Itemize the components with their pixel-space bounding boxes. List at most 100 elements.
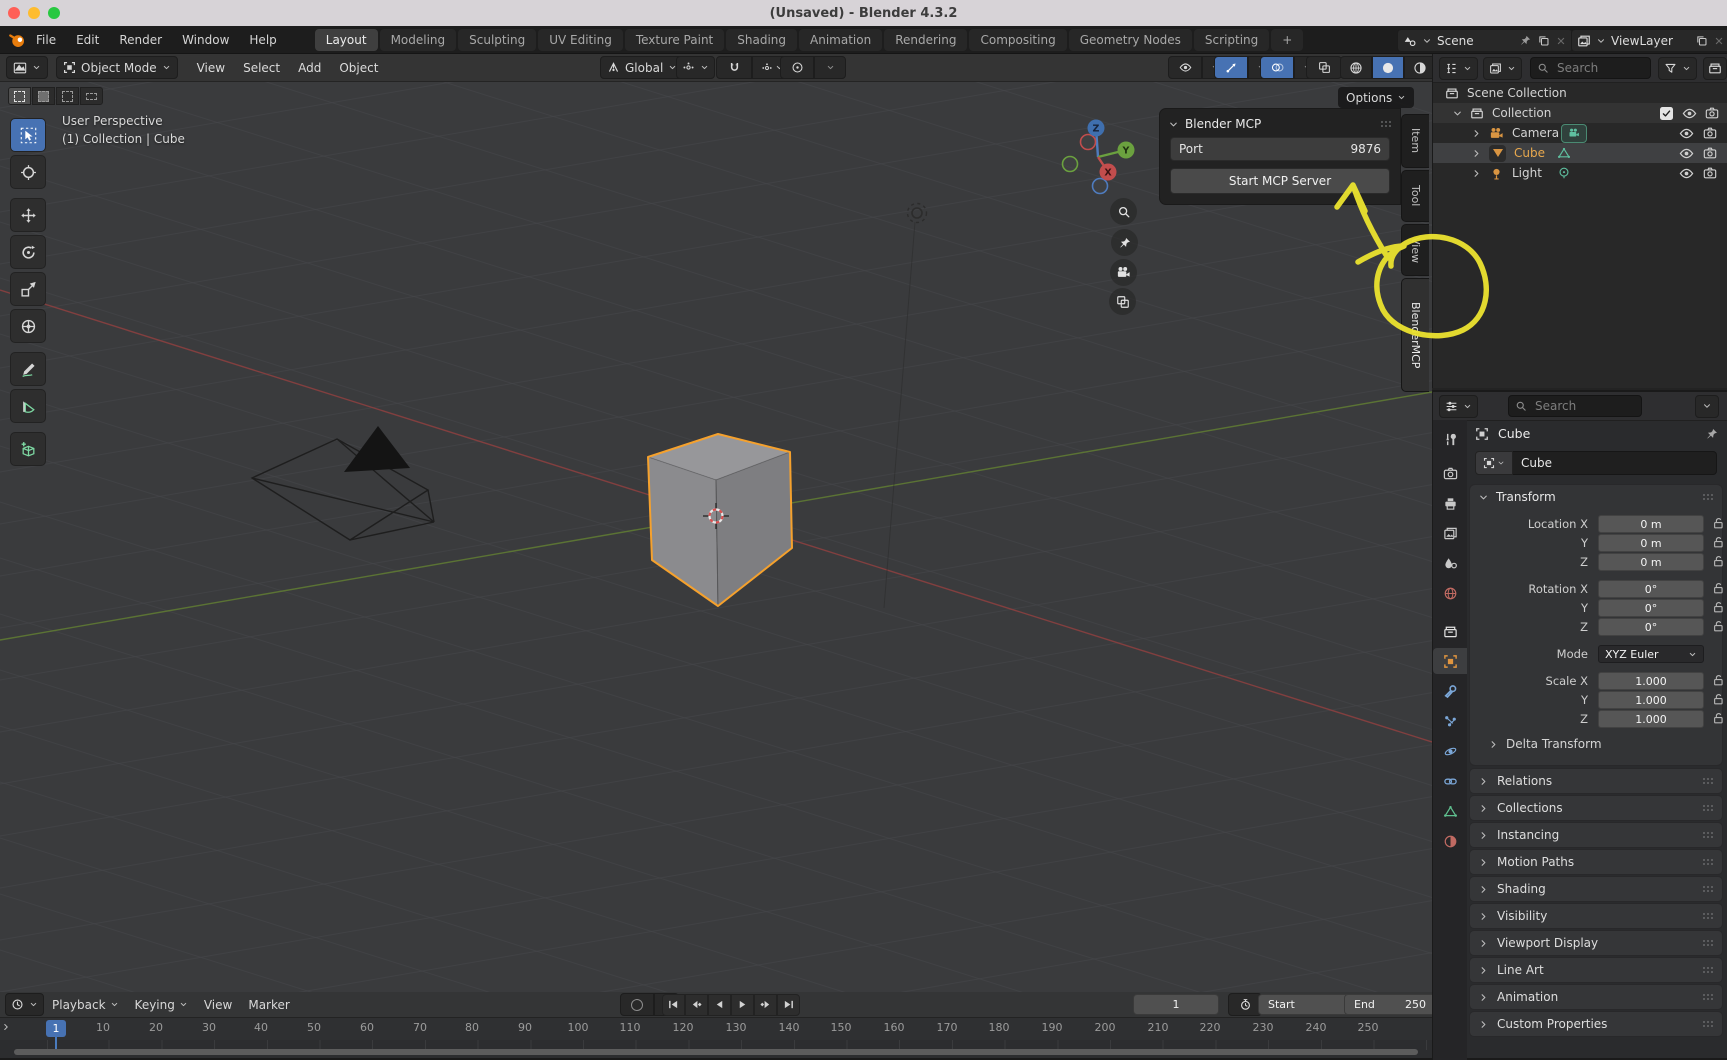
location-x-field[interactable]: 0 m xyxy=(1598,515,1704,533)
menu-help[interactable]: Help xyxy=(239,26,286,54)
tab-shading[interactable]: Shading xyxy=(726,29,797,51)
frame-end-field[interactable]: End250 xyxy=(1344,994,1436,1015)
transform-panel-header[interactable]: Transform xyxy=(1470,485,1722,509)
select-mode-subtract-button[interactable] xyxy=(56,87,79,105)
pin-icon[interactable] xyxy=(1705,427,1719,441)
tab-object[interactable] xyxy=(1433,648,1467,674)
scale-x-field[interactable]: 1.000 xyxy=(1598,672,1704,690)
select-mode-intersect-button[interactable] xyxy=(80,87,103,105)
tool-measure[interactable] xyxy=(10,389,46,423)
pivot-point-dropdown[interactable] xyxy=(676,56,715,79)
sidebar-tab-blendermcp[interactable]: BlenderMCP xyxy=(1401,278,1429,392)
shading-solid-button[interactable] xyxy=(1372,56,1404,79)
tab-modeling[interactable]: Modeling xyxy=(380,29,457,51)
tab-world[interactable] xyxy=(1433,580,1467,606)
expand-icon[interactable] xyxy=(1471,168,1482,179)
timeline-ruler[interactable]: 10 20 30 40 50 60 70 80 90 100 110 120 1… xyxy=(0,1018,1432,1040)
menu-marker[interactable]: Marker xyxy=(240,998,297,1012)
shading-wireframe-button[interactable] xyxy=(1340,56,1372,79)
timeline-editor-type-button[interactable] xyxy=(5,993,44,1016)
drag-grip-icon[interactable] xyxy=(1702,993,1714,1001)
new-collection-button[interactable] xyxy=(1703,57,1727,80)
prev-keyframe-button[interactable] xyxy=(685,994,708,1016)
outliner-row-cube[interactable]: Cube xyxy=(1433,143,1727,163)
lock-icon[interactable] xyxy=(1712,600,1726,614)
tab-scene[interactable] xyxy=(1433,550,1467,576)
tab-layout[interactable]: Layout xyxy=(315,29,378,51)
exclude-checkbox[interactable] xyxy=(1660,107,1673,120)
disable-render-camera-icon[interactable] xyxy=(1705,106,1719,120)
lock-icon[interactable] xyxy=(1712,554,1726,568)
xray-toggle[interactable] xyxy=(1306,56,1342,79)
view-layer-name[interactable]: ViewLayer xyxy=(1611,34,1690,48)
tab-texture-paint[interactable]: Texture Paint xyxy=(625,29,724,51)
add-workspace-button[interactable]: + xyxy=(1271,29,1303,51)
timeline-scrollbar[interactable] xyxy=(14,1049,1418,1055)
delete-scene-icon[interactable] xyxy=(1555,35,1567,47)
hide-viewport-eye-icon[interactable] xyxy=(1679,146,1694,161)
tab-tool[interactable] xyxy=(1433,426,1467,452)
panel-visibility[interactable]: Visibility xyxy=(1469,903,1723,929)
sidebar-tab-tool[interactable]: Tool xyxy=(1401,170,1429,222)
menu-keying[interactable]: Keying xyxy=(127,998,196,1012)
outliner-filter-mode-button[interactable] xyxy=(1483,57,1522,80)
delta-transform-subpanel[interactable]: Delta Transform xyxy=(1488,737,1602,751)
current-frame-badge[interactable]: 1 xyxy=(46,1020,66,1037)
tab-physics[interactable] xyxy=(1433,738,1467,764)
hide-viewport-eye-icon[interactable] xyxy=(1679,166,1694,181)
tab-scripting[interactable]: Scripting xyxy=(1194,29,1269,51)
transform-orientation-dropdown[interactable]: Global xyxy=(600,56,684,79)
gizmo-neg-z[interactable] xyxy=(1093,179,1108,194)
lock-icon[interactable] xyxy=(1712,673,1726,687)
panel-shading[interactable]: Shading xyxy=(1469,876,1723,902)
pan-view-button[interactable] xyxy=(1111,229,1138,256)
tab-compositing[interactable]: Compositing xyxy=(969,29,1066,51)
current-frame-field[interactable]: 1 xyxy=(1133,994,1219,1015)
disable-render-camera-icon[interactable] xyxy=(1703,146,1717,160)
menu-view-timeline[interactable]: View xyxy=(196,998,240,1012)
tab-animation[interactable]: Animation xyxy=(799,29,882,51)
properties-editor-type-button[interactable] xyxy=(1439,395,1478,418)
tab-geometry-nodes[interactable]: Geometry Nodes xyxy=(1069,29,1192,51)
tool-select-box[interactable] xyxy=(10,118,46,152)
location-z-field[interactable]: 0 m xyxy=(1598,553,1704,571)
jump-to-end-button[interactable] xyxy=(777,994,800,1016)
scale-y-field[interactable]: 1.000 xyxy=(1598,691,1704,709)
menu-window[interactable]: Window xyxy=(172,26,239,54)
disable-render-camera-icon[interactable] xyxy=(1703,166,1717,180)
disable-render-camera-icon[interactable] xyxy=(1703,126,1717,140)
tab-object-data[interactable] xyxy=(1433,798,1467,824)
lock-icon[interactable] xyxy=(1712,692,1726,706)
gizmo-neg-y[interactable] xyxy=(1063,157,1078,172)
outliner-search-input[interactable] xyxy=(1555,60,1644,76)
next-keyframe-button[interactable] xyxy=(754,994,777,1016)
breadcrumb-object-name[interactable]: Cube xyxy=(1498,426,1705,441)
tab-material[interactable] xyxy=(1433,828,1467,854)
tab-modifiers[interactable] xyxy=(1433,678,1467,704)
proportional-edit-toggle[interactable] xyxy=(780,56,814,79)
panel-animation[interactable]: Animation xyxy=(1469,984,1723,1010)
menu-render[interactable]: Render xyxy=(109,26,172,54)
tab-collection[interactable] xyxy=(1433,618,1467,644)
mcp-port-field[interactable]: Port 9876 xyxy=(1170,137,1390,161)
hide-viewport-eye-icon[interactable] xyxy=(1682,106,1697,121)
id-type-button[interactable] xyxy=(1475,451,1513,475)
outliner-display-mode-button[interactable] xyxy=(1439,57,1478,80)
timeline-corner-chevron-icon[interactable] xyxy=(1,1022,11,1032)
select-mode-extend-button[interactable] xyxy=(32,87,55,105)
use-preview-range-button[interactable] xyxy=(1228,993,1262,1016)
camera-view-button[interactable] xyxy=(1110,259,1137,286)
lock-icon[interactable] xyxy=(1712,711,1726,725)
tab-output[interactable] xyxy=(1433,490,1467,516)
show-overlays-toggle[interactable] xyxy=(1260,56,1294,79)
drag-grip-icon[interactable] xyxy=(1702,858,1714,866)
panel-line-art[interactable]: Line Art xyxy=(1469,957,1723,983)
tab-view-layer[interactable] xyxy=(1433,520,1467,546)
zoom-view-button[interactable] xyxy=(1110,198,1137,225)
auto-keyframe-toggle[interactable] xyxy=(620,993,654,1016)
tab-uv-editing[interactable]: UV Editing xyxy=(538,29,623,51)
tool-scale[interactable] xyxy=(10,272,46,306)
scene-selector[interactable]: Scene xyxy=(1397,29,1573,52)
lock-icon[interactable] xyxy=(1712,619,1726,633)
drag-grip-icon[interactable] xyxy=(1702,912,1714,920)
